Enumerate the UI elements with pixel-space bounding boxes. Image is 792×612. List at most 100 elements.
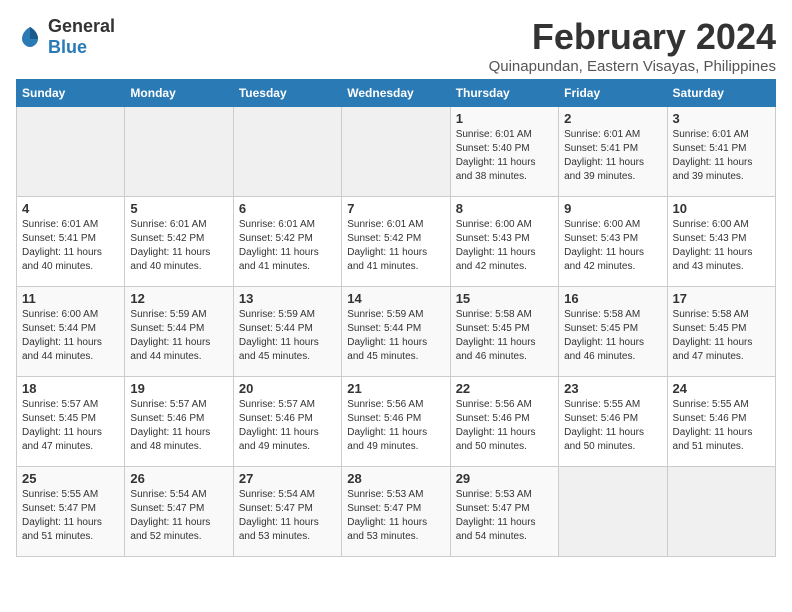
calendar-cell: 17 Sunrise: 5:58 AM Sunset: 5:45 PM Dayli… [667,287,775,377]
day-info: Sunrise: 6:01 AM Sunset: 5:42 PM Dayligh… [130,218,227,274]
calendar-week-5: 25 Sunrise: 5:55 AM Sunset: 5:47 PM Dayli… [17,467,776,557]
day-info: Sunrise: 5:56 AM Sunset: 5:46 PM Dayligh… [456,398,553,454]
calendar-week-1: 1 Sunrise: 6:01 AM Sunset: 5:40 PM Daylig… [17,107,776,197]
calendar-header-row: SundayMondayTuesdayWednesdayThursdayFrid… [17,80,776,107]
header-day-wednesday: Wednesday [342,80,450,107]
calendar-cell: 15 Sunrise: 5:58 AM Sunset: 5:45 PM Dayli… [450,287,558,377]
header-day-sunday: Sunday [17,80,125,107]
calendar-cell: 2 Sunrise: 6:01 AM Sunset: 5:41 PM Daylig… [559,107,667,197]
logo-text: General Blue [48,16,115,58]
logo-icon [16,23,44,51]
calendar-cell: 8 Sunrise: 6:00 AM Sunset: 5:43 PM Daylig… [450,197,558,287]
day-info: Sunrise: 6:00 AM Sunset: 5:43 PM Dayligh… [564,218,661,274]
calendar-week-3: 11 Sunrise: 6:00 AM Sunset: 5:44 PM Dayli… [17,287,776,377]
calendar-cell [125,107,233,197]
calendar-cell: 20Sunrise: 5:57 AM Sunset: 5:46 PM Dayli… [233,377,341,467]
calendar-cell: 29 Sunrise: 5:53 AM Sunset: 5:47 PM Dayli… [450,467,558,557]
calendar-cell: 1 Sunrise: 6:01 AM Sunset: 5:40 PM Daylig… [450,107,558,197]
day-info: Sunrise: 5:58 AM Sunset: 5:45 PM Dayligh… [564,308,661,364]
day-info: Sunrise: 6:00 AM Sunset: 5:44 PM Dayligh… [22,308,119,364]
calendar-cell: 24 Sunrise: 5:55 AM Sunset: 5:46 PM Dayli… [667,377,775,467]
day-number: 29 [456,471,553,486]
day-info: Sunrise: 6:00 AM Sunset: 5:43 PM Dayligh… [673,218,770,274]
calendar-cell: 18 Sunrise: 5:57 AM Sunset: 5:45 PM Dayli… [17,377,125,467]
day-number: 5 [130,201,227,216]
logo: General Blue [16,16,115,58]
day-number: 12 [130,291,227,306]
calendar-cell: 5 Sunrise: 6:01 AM Sunset: 5:42 PM Daylig… [125,197,233,287]
day-info: Sunrise: 5:56 AM Sunset: 5:46 PM Dayligh… [347,398,444,454]
day-info: Sunrise: 5:57 AM Sunset: 5:46 PM Dayligh… [239,398,336,454]
day-info: Sunrise: 5:58 AM Sunset: 5:45 PM Dayligh… [673,308,770,364]
day-info: Sunrise: 5:55 AM Sunset: 5:47 PM Dayligh… [22,488,119,544]
calendar-cell: 28 Sunrise: 5:53 AM Sunset: 5:47 PM Dayli… [342,467,450,557]
day-info: Sunrise: 5:55 AM Sunset: 5:46 PM Dayligh… [673,398,770,454]
day-info: Sunrise: 5:57 AM Sunset: 5:45 PM Dayligh… [22,398,119,454]
day-number: 1 [456,111,553,126]
calendar-cell: 3 Sunrise: 6:01 AM Sunset: 5:41 PM Daylig… [667,107,775,197]
calendar-cell: 25 Sunrise: 5:55 AM Sunset: 5:47 PM Dayli… [17,467,125,557]
day-info: Sunrise: 5:55 AM Sunset: 5:46 PM Dayligh… [564,398,661,454]
day-info: Sunrise: 5:59 AM Sunset: 5:44 PM Dayligh… [239,308,336,364]
day-number: 3 [673,111,770,126]
day-number: 14 [347,291,444,306]
day-number: 23 [564,381,661,396]
calendar-cell: 13 Sunrise: 5:59 AM Sunset: 5:44 PM Dayli… [233,287,341,377]
header-day-monday: Monday [125,80,233,107]
calendar-cell: 4 Sunrise: 6:01 AM Sunset: 5:41 PM Daylig… [17,197,125,287]
day-number: 25 [22,471,119,486]
calendar-cell [342,107,450,197]
day-number: 16 [564,291,661,306]
day-number: 17 [673,291,770,306]
calendar-cell: 12 Sunrise: 5:59 AM Sunset: 5:44 PM Dayli… [125,287,233,377]
calendar-cell: 21 Sunrise: 5:56 AM Sunset: 5:46 PM Dayli… [342,377,450,467]
logo-general: General [48,16,115,36]
day-number: 9 [564,201,661,216]
calendar-cell: 6Sunrise: 6:01 AM Sunset: 5:42 PM Daylig… [233,197,341,287]
header-day-saturday: Saturday [667,80,775,107]
calendar-cell: 16 Sunrise: 5:58 AM Sunset: 5:45 PM Dayli… [559,287,667,377]
calendar-cell [667,467,775,557]
day-number: 4 [22,201,119,216]
day-info: Sunrise: 5:53 AM Sunset: 5:47 PM Dayligh… [347,488,444,544]
day-info: Sunrise: 6:01 AM Sunset: 5:42 PM Dayligh… [239,218,336,274]
calendar-cell [17,107,125,197]
day-info: Sunrise: 6:01 AM Sunset: 5:40 PM Dayligh… [456,128,553,184]
day-number: 13 [239,291,336,306]
day-info: Sunrise: 6:01 AM Sunset: 5:41 PM Dayligh… [22,218,119,274]
day-info: Sunrise: 6:01 AM Sunset: 5:41 PM Dayligh… [564,128,661,184]
header: General Blue February 2024 Quinapundan, … [16,16,776,75]
calendar-body: 1 Sunrise: 6:01 AM Sunset: 5:40 PM Daylig… [17,107,776,557]
day-number: 19 [130,381,227,396]
calendar-cell: 9 Sunrise: 6:00 AM Sunset: 5:43 PM Daylig… [559,197,667,287]
day-number: 22 [456,381,553,396]
day-number: 8 [456,201,553,216]
subtitle: Quinapundan, Eastern Visayas, Philippine… [489,58,776,75]
day-info: Sunrise: 5:59 AM Sunset: 5:44 PM Dayligh… [347,308,444,364]
day-info: Sunrise: 6:01 AM Sunset: 5:42 PM Dayligh… [347,218,444,274]
header-day-friday: Friday [559,80,667,107]
calendar-cell: 27Sunrise: 5:54 AM Sunset: 5:47 PM Dayli… [233,467,341,557]
day-number: 15 [456,291,553,306]
day-info: Sunrise: 5:53 AM Sunset: 5:47 PM Dayligh… [456,488,553,544]
day-number: 26 [130,471,227,486]
calendar-week-4: 18 Sunrise: 5:57 AM Sunset: 5:45 PM Dayli… [17,377,776,467]
calendar-cell: 23 Sunrise: 5:55 AM Sunset: 5:46 PM Dayli… [559,377,667,467]
calendar-cell: 14 Sunrise: 5:59 AM Sunset: 5:44 PM Dayli… [342,287,450,377]
day-number: 21 [347,381,444,396]
day-number: 11 [22,291,119,306]
day-info: Sunrise: 6:00 AM Sunset: 5:43 PM Dayligh… [456,218,553,274]
day-info: Sunrise: 5:58 AM Sunset: 5:45 PM Dayligh… [456,308,553,364]
day-info: Sunrise: 6:01 AM Sunset: 5:41 PM Dayligh… [673,128,770,184]
day-info: Sunrise: 5:59 AM Sunset: 5:44 PM Dayligh… [130,308,227,364]
calendar-cell: 7Sunrise: 6:01 AM Sunset: 5:42 PM Daylig… [342,197,450,287]
day-number: 24 [673,381,770,396]
day-number: 2 [564,111,661,126]
day-number: 28 [347,471,444,486]
day-number: 18 [22,381,119,396]
day-info: Sunrise: 5:54 AM Sunset: 5:47 PM Dayligh… [130,488,227,544]
day-number: 27 [239,471,336,486]
header-day-tuesday: Tuesday [233,80,341,107]
header-day-thursday: Thursday [450,80,558,107]
day-info: Sunrise: 5:57 AM Sunset: 5:46 PM Dayligh… [130,398,227,454]
